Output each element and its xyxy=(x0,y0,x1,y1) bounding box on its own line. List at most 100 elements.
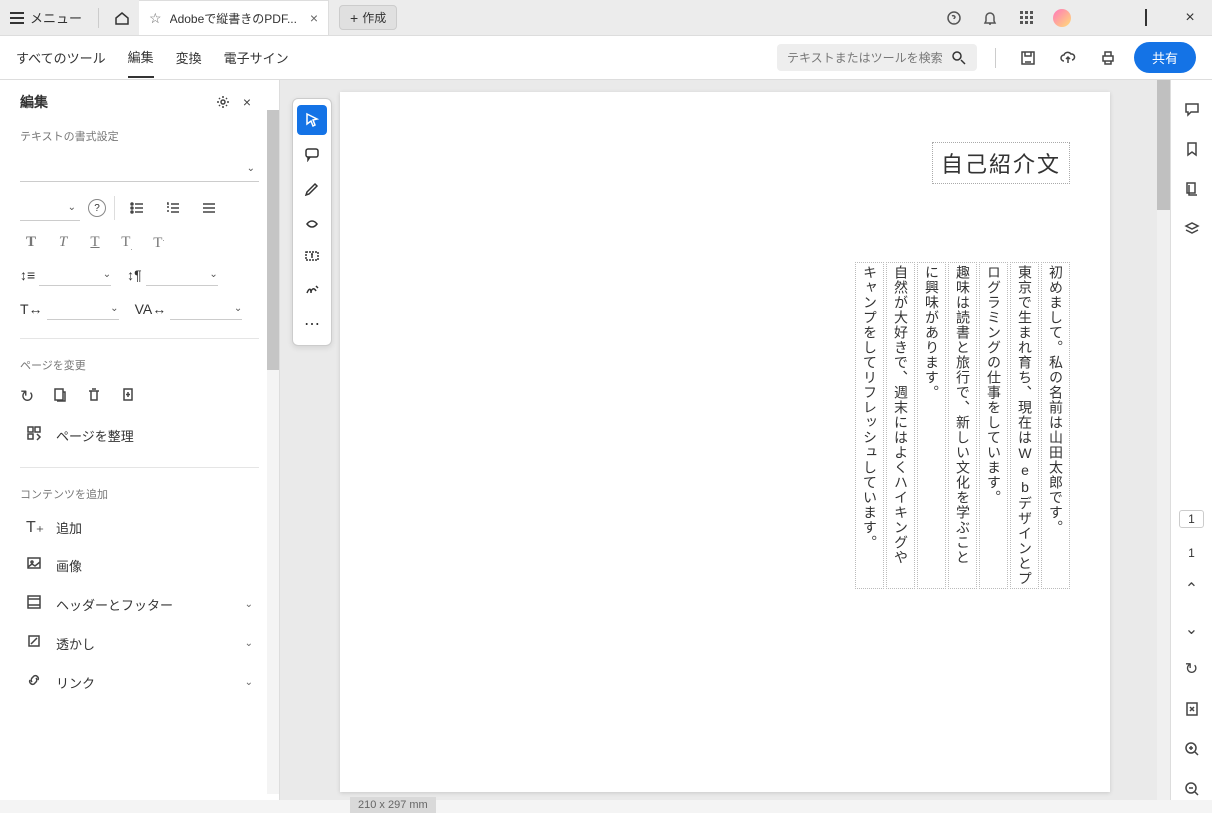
prev-page-button[interactable]: ⌃ xyxy=(1181,578,1203,600)
header-footer-icon xyxy=(26,594,44,615)
plus-icon: + xyxy=(350,10,358,26)
scrollbar-thumb[interactable] xyxy=(1157,80,1170,210)
pdf-page[interactable]: 自己紹介文 初めまして。私の名前は山田太郎です。 東京で生まれ育ち、現在はWeb… xyxy=(340,92,1110,792)
layers-button[interactable] xyxy=(1181,218,1203,240)
text-column[interactable]: 東京で生まれ育ち、現在はWebデザインとプ xyxy=(1010,262,1039,589)
new-tab-button[interactable]: + 作成 xyxy=(339,5,397,30)
window-minimize[interactable] xyxy=(1080,0,1124,35)
divider xyxy=(98,8,99,28)
superscript-button[interactable]: T. xyxy=(148,234,170,252)
select-tool[interactable] xyxy=(297,105,327,135)
text-column[interactable]: 初めまして。私の名前は山田太郎です。 xyxy=(1041,262,1070,589)
main-toolbar: すべてのツール 編集 変換 電子サイン テキストまたはツールを検索 共有 xyxy=(0,36,1212,80)
comment-icon xyxy=(304,146,320,162)
bullet-list-button[interactable] xyxy=(123,194,151,222)
print-button[interactable] xyxy=(1094,44,1122,72)
page-total: 1 xyxy=(1188,546,1195,560)
layers-icon xyxy=(1184,221,1200,237)
apps-icon xyxy=(1020,11,1033,24)
chevron-down-icon: ⌄ xyxy=(247,163,255,174)
document-title[interactable]: 自己紹介文 xyxy=(932,142,1070,184)
tab-all-tools[interactable]: すべてのツール xyxy=(16,38,106,77)
cloud-button[interactable] xyxy=(1054,44,1082,72)
pages-icon xyxy=(1184,181,1200,197)
bookmark-panel-button[interactable] xyxy=(1181,138,1203,160)
hamburger-icon xyxy=(10,17,24,19)
help-button[interactable] xyxy=(936,0,972,35)
text-column[interactable]: 自然が大好きで、週末にはよくハイキングや xyxy=(886,262,915,589)
comment-tool[interactable] xyxy=(297,139,327,169)
thumbnails-button[interactable] xyxy=(1181,178,1203,200)
bold-button[interactable]: T xyxy=(20,234,42,252)
font-family-dropdown[interactable]: ⌄ xyxy=(20,156,259,182)
numbered-list-button[interactable] xyxy=(159,194,187,222)
header-footer-button[interactable]: ヘッダーとフッター ⌄ xyxy=(0,585,279,624)
fit-page-button[interactable] xyxy=(1181,698,1203,720)
search-icon xyxy=(951,50,967,66)
text-format-label: テキストの書式設定 xyxy=(0,122,279,150)
canvas-area: ⋯ 自己紹介文 初めまして。私の名前は山田太郎です。 東京で生まれ育ち、現在はW… xyxy=(280,80,1170,800)
create-label: 作成 xyxy=(362,9,386,26)
underline-button[interactable]: T xyxy=(84,234,106,252)
zoom-out-button[interactable] xyxy=(1181,778,1203,800)
fit-icon xyxy=(1184,701,1200,717)
font-size-dropdown[interactable]: ⌄ xyxy=(20,195,80,221)
bell-icon xyxy=(982,10,998,26)
share-button[interactable]: 共有 xyxy=(1134,42,1196,73)
settings-button[interactable] xyxy=(211,94,235,110)
close-icon: × xyxy=(243,94,251,110)
account-button[interactable] xyxy=(1044,0,1080,35)
text-column[interactable]: キャンプをしてリフレッシュしています。 xyxy=(855,262,884,589)
help-button[interactable]: ? xyxy=(88,199,106,217)
rotate-view-button[interactable]: ↻ xyxy=(1181,658,1203,680)
draw-icon xyxy=(304,214,320,230)
highlight-icon xyxy=(304,180,320,196)
draw-tool[interactable] xyxy=(297,207,327,237)
maximize-icon xyxy=(1145,10,1147,25)
text-column[interactable]: 趣味は読書と旅行で、新しい文化を学ぶこと xyxy=(948,262,977,589)
chevron-down-icon: ⌄ xyxy=(1185,619,1198,639)
comment-panel-button[interactable] xyxy=(1181,98,1203,120)
right-rail: 1 1 ⌃ ⌄ ↻ xyxy=(1170,80,1212,800)
canvas-scrollbar[interactable] xyxy=(1157,80,1170,800)
align-button[interactable] xyxy=(195,194,223,222)
document-tab[interactable]: ☆ Adobeで縦書きのPDF... × xyxy=(139,0,329,35)
page-dimensions: 210 x 297 mm xyxy=(350,797,436,813)
menu-button[interactable]: メニュー xyxy=(0,0,92,35)
save-button[interactable] xyxy=(1014,44,1042,72)
text-style-row: T T T T. T. xyxy=(0,228,279,258)
apps-button[interactable] xyxy=(1008,0,1044,35)
text-column[interactable]: ログラミングの仕事をしています。 xyxy=(979,262,1008,589)
link-button[interactable]: リンク ⌄ xyxy=(0,663,279,702)
page-current[interactable]: 1 xyxy=(1179,510,1204,528)
notifications-button[interactable] xyxy=(972,0,1008,35)
highlight-tool[interactable] xyxy=(297,173,327,203)
next-page-button[interactable]: ⌄ xyxy=(1181,618,1203,640)
italic-button[interactable]: T xyxy=(52,234,74,252)
text-column[interactable]: に興味があります。 xyxy=(917,262,946,589)
divider xyxy=(114,196,115,220)
align-icon xyxy=(201,200,217,216)
tab-edit[interactable]: 編集 xyxy=(128,37,154,78)
zoom-in-icon xyxy=(1184,741,1200,757)
link-icon xyxy=(26,672,44,693)
bullet-list-icon xyxy=(129,200,145,216)
tab-esign[interactable]: 電子サイン xyxy=(224,38,289,77)
close-sidebar-button[interactable]: × xyxy=(235,94,259,110)
watermark-icon xyxy=(26,633,44,654)
window-close[interactable]: × xyxy=(1168,0,1212,35)
chevron-down-icon: ⌄ xyxy=(68,202,76,213)
home-button[interactable] xyxy=(105,0,139,35)
tab-convert[interactable]: 変換 xyxy=(176,38,202,77)
print-icon xyxy=(1100,50,1116,66)
star-icon[interactable]: ☆ xyxy=(149,10,162,27)
search-box[interactable]: テキストまたはツールを検索 xyxy=(777,44,977,71)
bookmark-icon xyxy=(1184,141,1200,157)
window-maximize[interactable] xyxy=(1124,0,1168,35)
help-icon xyxy=(946,10,962,26)
vertical-text-block: 初めまして。私の名前は山田太郎です。 東京で生まれ育ち、現在はWebデザインとプ… xyxy=(0,262,1070,589)
zoom-in-button[interactable] xyxy=(1181,738,1203,760)
watermark-button[interactable]: 透かし ⌄ xyxy=(0,624,279,663)
subscript-button[interactable]: T. xyxy=(116,234,138,252)
tab-close-button[interactable]: × xyxy=(310,10,318,26)
